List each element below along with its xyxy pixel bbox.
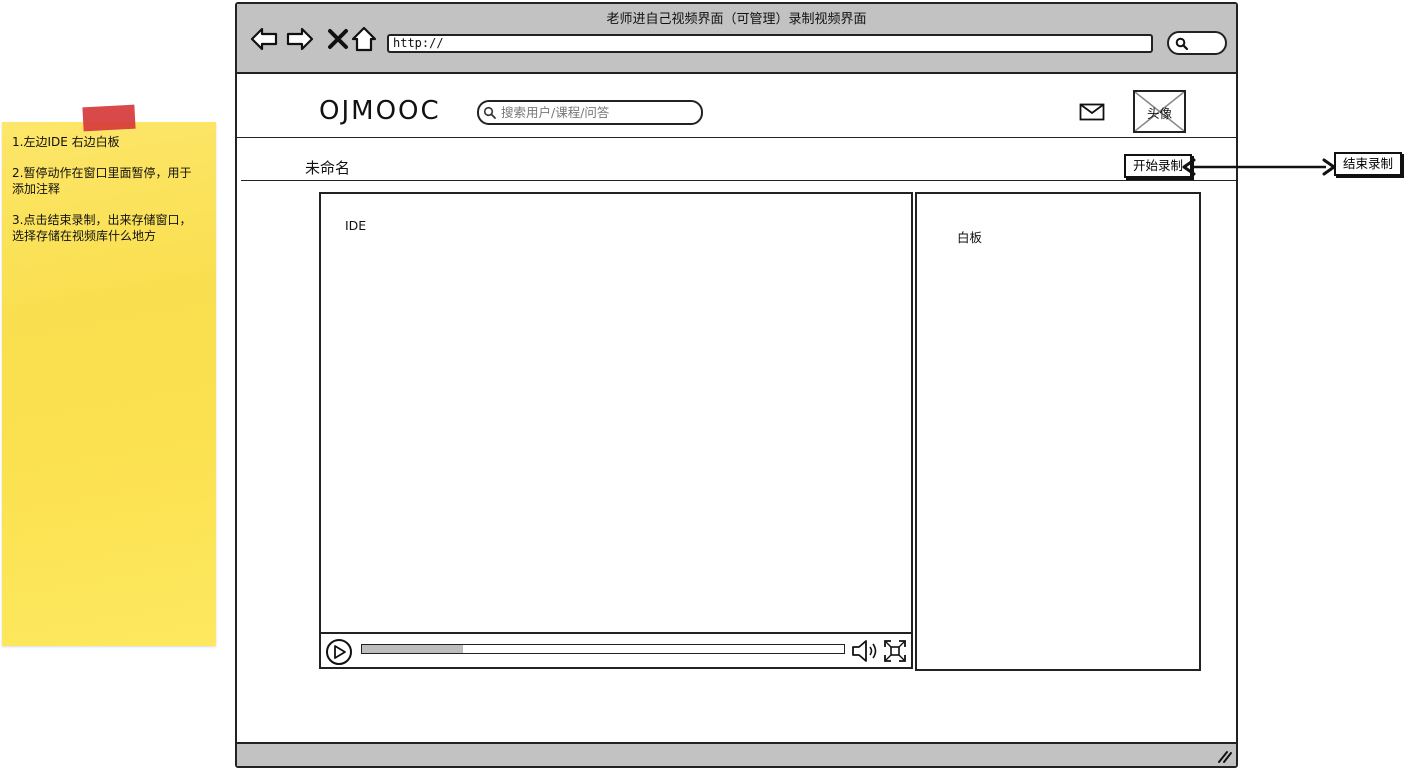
sticky-note: 1.左边IDE 右边白板 2.暂停动作在窗口里面暂停，用于 添加注释 3.点击结… xyxy=(2,122,216,646)
note-line-1: 1.左边IDE 右边白板 xyxy=(12,135,120,149)
fullscreen-icon[interactable] xyxy=(883,639,907,663)
whiteboard-label: 白板 xyxy=(957,230,983,245)
progress-fill xyxy=(362,645,464,653)
mail-icon[interactable] xyxy=(1079,103,1105,121)
volume-icon[interactable] xyxy=(851,639,879,663)
note-line-3: 添加注释 xyxy=(12,182,61,196)
window-title: 老师进自己视频界面（可管理）录制视频界面 xyxy=(606,12,867,27)
play-icon[interactable] xyxy=(325,638,353,666)
ide-label: IDE xyxy=(345,218,367,233)
home-icon[interactable] xyxy=(349,24,379,54)
player-controls xyxy=(321,632,911,666)
ide-panel[interactable]: IDE xyxy=(319,192,913,669)
browser-titlebar: 老师进自己视频界面（可管理）录制视频界面 http:// xyxy=(237,4,1236,74)
back-arrow-icon[interactable] xyxy=(249,24,279,54)
note-tape xyxy=(82,104,136,132)
end-record-button[interactable]: 结束录制 xyxy=(1334,152,1402,176)
avatar[interactable]: 头像 xyxy=(1133,90,1186,133)
url-bar[interactable]: http:// xyxy=(387,34,1153,53)
transition-arrow-icon xyxy=(1182,158,1336,176)
header-divider xyxy=(237,137,1236,138)
resize-grip-icon[interactable] xyxy=(1216,749,1232,763)
note-line-4: 3.点击结束录制，出来存储窗口， xyxy=(12,213,192,227)
avatar-label: 头像 xyxy=(1146,106,1172,121)
toolbar-divider xyxy=(241,180,1236,181)
site-search-icon xyxy=(483,106,496,119)
note-line-2: 2.暂停动作在窗口里面暂停，用于 xyxy=(12,166,192,180)
browser-statusbar xyxy=(237,742,1236,766)
site-logo[interactable]: OJMOOC xyxy=(319,96,441,126)
browser-window: 老师进自己视频界面（可管理）录制视频界面 http:// OJMOOC 搜索用户… xyxy=(235,2,1238,768)
forward-arrow-icon[interactable] xyxy=(285,24,315,54)
search-icon xyxy=(1175,37,1189,51)
progress-bar[interactable] xyxy=(361,644,845,654)
video-title[interactable]: 未命名 xyxy=(305,157,350,178)
browser-search-box[interactable] xyxy=(1167,31,1227,55)
note-line-5: 选择存储在视频库什么地方 xyxy=(12,229,157,243)
site-search-input[interactable]: 搜索用户/课程/问答 xyxy=(477,100,703,125)
whiteboard-panel[interactable]: 白板 xyxy=(915,192,1201,671)
